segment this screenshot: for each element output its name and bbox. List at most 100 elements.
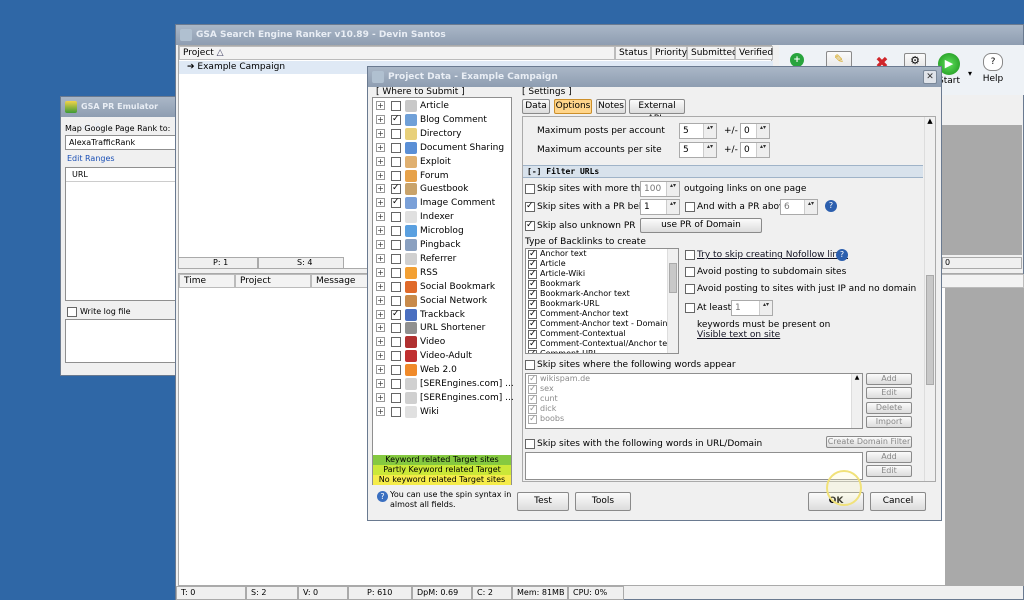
- engine-checkbox[interactable]: [391, 337, 401, 348]
- engine-tree-item[interactable]: + Web 2.0: [376, 363, 516, 377]
- at-least-input[interactable]: 1: [731, 300, 773, 316]
- skip-unknown-pr-checkbox[interactable]: [525, 220, 535, 231]
- words-edit-button[interactable]: Edit: [866, 387, 912, 399]
- engine-tree-item[interactable]: + Blog Comment: [376, 113, 516, 127]
- skip-words-list[interactable]: wikispam.desexcuntdickboobs ▲: [525, 373, 863, 429]
- map-select[interactable]: AlexaTrafficRank: [65, 135, 181, 150]
- url-list[interactable]: URL: [65, 167, 181, 301]
- backlink-type-checkbox[interactable]: [528, 339, 537, 350]
- engine-checkbox[interactable]: [391, 197, 401, 209]
- expand-plus-icon[interactable]: +: [376, 281, 385, 291]
- engine-checkbox[interactable]: [391, 128, 401, 139]
- expand-plus-icon[interactable]: +: [376, 114, 385, 124]
- expand-plus-icon[interactable]: +: [376, 212, 385, 222]
- engine-tree-item[interactable]: + Microblog: [376, 224, 516, 238]
- backlink-type-checkbox[interactable]: [528, 289, 537, 300]
- url-words-edit-button[interactable]: Edit: [866, 465, 912, 477]
- max-accounts-input[interactable]: 5: [679, 142, 717, 158]
- engine-tree-item[interactable]: + Image Comment: [376, 196, 516, 210]
- pr-below-input[interactable]: 1: [640, 199, 680, 215]
- engine-checkbox[interactable]: [391, 323, 401, 334]
- edit-ranges-link[interactable]: Edit Ranges: [67, 154, 115, 163]
- engine-checkbox[interactable]: [391, 379, 401, 389]
- engine-checkbox[interactable]: [391, 267, 401, 278]
- tab-notes[interactable]: Notes: [596, 99, 626, 114]
- expand-plus-icon[interactable]: +: [376, 156, 385, 166]
- engine-checkbox[interactable]: [391, 281, 401, 292]
- pr-help-icon[interactable]: ?: [825, 200, 837, 212]
- engine-tree-item[interactable]: + Guestbook: [376, 182, 516, 196]
- skip-word-checkbox[interactable]: [528, 384, 537, 395]
- backlink-type-item[interactable]: Comment-URL: [528, 349, 666, 353]
- options-scrollbar[interactable]: ▲: [924, 117, 935, 481]
- engine-checkbox[interactable]: [391, 351, 401, 362]
- col-verified[interactable]: Verified: [735, 46, 773, 60]
- backlink-type-checkbox[interactable]: [528, 319, 537, 330]
- expand-plus-icon[interactable]: +: [376, 128, 385, 138]
- engine-tree-item[interactable]: + Forum: [376, 169, 516, 183]
- backlink-type-checkbox[interactable]: [528, 259, 537, 270]
- engine-tree-item[interactable]: + URL Shortener: [376, 321, 516, 335]
- nofollow-checkbox[interactable]: [685, 250, 695, 260]
- engine-tree-item[interactable]: + Directory: [376, 127, 516, 141]
- engine-tree-item[interactable]: + [SEREngines.com] ...: [376, 377, 516, 391]
- skip-word-checkbox[interactable]: [528, 374, 537, 385]
- expand-plus-icon[interactable]: +: [376, 142, 385, 152]
- engine-checkbox[interactable]: [391, 406, 401, 417]
- cancel-button[interactable]: Cancel: [870, 492, 926, 511]
- filter-urls-header[interactable]: [-] Filter URLs: [523, 165, 923, 178]
- use-pr-domain-button[interactable]: use PR of Domain: [640, 218, 762, 233]
- backlink-type-checkbox[interactable]: [528, 269, 537, 280]
- tab-options[interactable]: Options: [554, 99, 592, 114]
- expand-plus-icon[interactable]: +: [376, 365, 385, 375]
- expand-plus-icon[interactable]: +: [376, 240, 385, 249]
- backlink-types-list[interactable]: Anchor textArticleArticle-WikiBookmarkBo…: [525, 248, 679, 354]
- at-least-checkbox[interactable]: [685, 303, 695, 313]
- scroll-thumb[interactable]: [926, 275, 934, 385]
- backlink-list-scrollbar[interactable]: [667, 249, 678, 353]
- engine-checkbox[interactable]: [391, 142, 401, 153]
- words-import-button[interactable]: Import: [866, 416, 912, 428]
- expand-plus-icon[interactable]: +: [376, 337, 385, 347]
- backlink-type-checkbox[interactable]: [528, 309, 537, 320]
- dialog-close-icon[interactable]: ✕: [923, 70, 937, 84]
- backlink-type-checkbox[interactable]: [528, 349, 537, 353]
- outgoing-links-input[interactable]: 100: [640, 181, 680, 197]
- log-col-time[interactable]: Time: [179, 274, 235, 288]
- col-project[interactable]: Project △: [179, 46, 615, 60]
- engine-checkbox[interactable]: [391, 212, 401, 223]
- expand-plus-icon[interactable]: +: [376, 351, 385, 361]
- visible-text-link[interactable]: Visible text on site: [697, 330, 780, 340]
- engine-checkbox[interactable]: [391, 240, 401, 250]
- skip-url-words-checkbox[interactable]: [525, 439, 535, 449]
- pr-above-checkbox[interactable]: [685, 202, 695, 212]
- expand-plus-icon[interactable]: +: [376, 267, 385, 277]
- skip-pr-below-checkbox[interactable]: [525, 201, 535, 212]
- col-status[interactable]: Status: [615, 46, 651, 60]
- engine-tree-item[interactable]: + Trackback: [376, 308, 516, 322]
- engine-tree-item[interactable]: + Article: [376, 99, 516, 113]
- expand-plus-icon[interactable]: +: [376, 406, 385, 416]
- url-words-add-button[interactable]: Add: [866, 451, 912, 463]
- engine-checkbox[interactable]: [391, 365, 401, 376]
- backlink-type-checkbox[interactable]: [528, 249, 537, 260]
- backlink-type-checkbox[interactable]: [528, 329, 537, 340]
- tab-data[interactable]: Data: [522, 99, 550, 114]
- write-log-checkbox[interactable]: [67, 307, 77, 317]
- engine-checkbox[interactable]: [391, 309, 401, 320]
- engine-tree-item[interactable]: + Referrer: [376, 252, 516, 266]
- expand-plus-icon[interactable]: +: [376, 198, 385, 208]
- engine-tree-item[interactable]: + Video: [376, 335, 516, 349]
- expand-plus-icon[interactable]: +: [376, 309, 385, 319]
- url-words-list[interactable]: [525, 452, 863, 480]
- engine-tree-item[interactable]: + RSS: [376, 266, 516, 280]
- tools-button[interactable]: Tools: [575, 492, 631, 511]
- engine-tree-item[interactable]: + Video-Adult: [376, 349, 516, 363]
- engine-tree-item[interactable]: + Document Sharing: [376, 141, 516, 155]
- skip-word-checkbox[interactable]: [528, 414, 537, 425]
- max-posts-variance-input[interactable]: 0: [740, 123, 770, 139]
- expand-plus-icon[interactable]: +: [376, 392, 385, 402]
- expand-plus-icon[interactable]: +: [376, 295, 385, 305]
- max-posts-input[interactable]: 5: [679, 123, 717, 139]
- create-domain-filter-button[interactable]: Create Domain Filter: [826, 436, 912, 448]
